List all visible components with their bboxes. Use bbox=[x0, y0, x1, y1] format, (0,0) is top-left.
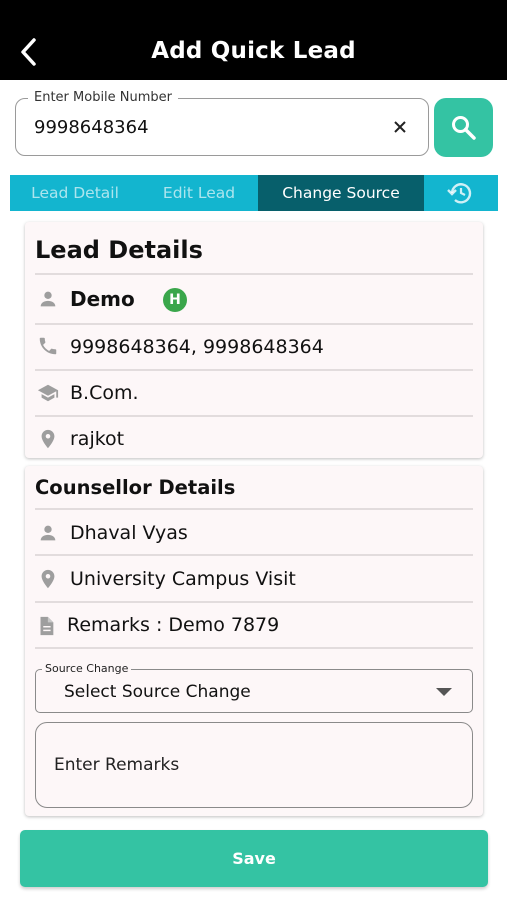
lead-city: rajkot bbox=[70, 428, 125, 450]
tab-bar: Lead Detail Edit Lead Change Source bbox=[10, 175, 498, 211]
divider bbox=[35, 369, 473, 371]
location-pin-icon bbox=[41, 569, 55, 589]
source-change-value: Select Source Change bbox=[64, 682, 251, 702]
counsellor-details-title: Counsellor Details bbox=[35, 476, 236, 499]
mobile-number-field[interactable]: Enter Mobile Number 9998648364 bbox=[15, 90, 429, 156]
divider bbox=[35, 554, 473, 556]
document-icon bbox=[40, 616, 54, 636]
lead-name: Demo bbox=[70, 287, 135, 311]
mobile-number-input[interactable]: 9998648364 bbox=[34, 117, 149, 138]
counsellor-name: Dhaval Vyas bbox=[70, 522, 188, 544]
remarks-input[interactable]: Enter Remarks bbox=[35, 722, 473, 808]
app-bar: Add Quick Lead bbox=[0, 0, 507, 80]
dropdown-arrow-icon bbox=[436, 688, 452, 696]
source-change-select[interactable]: Source Change Select Source Change bbox=[35, 662, 473, 713]
divider bbox=[35, 273, 473, 275]
page-title: Add Quick Lead bbox=[151, 38, 356, 64]
counsellor-remarks: Remarks : Demo 7879 bbox=[67, 614, 280, 636]
counsellor-location: University Campus Visit bbox=[70, 568, 296, 590]
divider bbox=[35, 647, 473, 649]
counsellor-details-card: Counsellor Details Dhaval Vyas Universit… bbox=[25, 466, 483, 816]
history-icon bbox=[447, 183, 472, 204]
tab-change-source[interactable]: Change Source bbox=[258, 175, 424, 211]
mobile-number-label: Enter Mobile Number bbox=[28, 90, 179, 105]
clear-icon[interactable] bbox=[390, 117, 410, 137]
divider bbox=[35, 415, 473, 417]
tab-history[interactable] bbox=[424, 175, 498, 211]
search-button[interactable] bbox=[434, 98, 493, 157]
tab-lead-detail[interactable]: Lead Detail bbox=[10, 175, 140, 211]
save-button[interactable]: Save bbox=[20, 830, 488, 887]
graduation-cap-icon bbox=[37, 384, 59, 402]
lead-details-title: Lead Details bbox=[35, 236, 203, 264]
person-icon bbox=[40, 291, 56, 307]
divider bbox=[35, 508, 473, 510]
location-pin-icon bbox=[41, 429, 55, 449]
search-icon bbox=[452, 116, 476, 140]
phone-icon bbox=[39, 337, 57, 355]
person-icon bbox=[40, 525, 56, 541]
remarks-placeholder: Enter Remarks bbox=[54, 755, 180, 775]
lead-details-card: Lead Details Demo H 9998648364, 99986483… bbox=[25, 222, 483, 458]
source-change-label: Source Change bbox=[42, 662, 132, 675]
divider bbox=[35, 601, 473, 603]
lead-education: B.Com. bbox=[70, 382, 139, 404]
tab-edit-lead[interactable]: Edit Lead bbox=[140, 175, 258, 211]
divider bbox=[35, 323, 473, 325]
hot-lead-badge: H bbox=[163, 288, 187, 312]
lead-phone-numbers: 9998648364, 9998648364 bbox=[70, 336, 324, 358]
